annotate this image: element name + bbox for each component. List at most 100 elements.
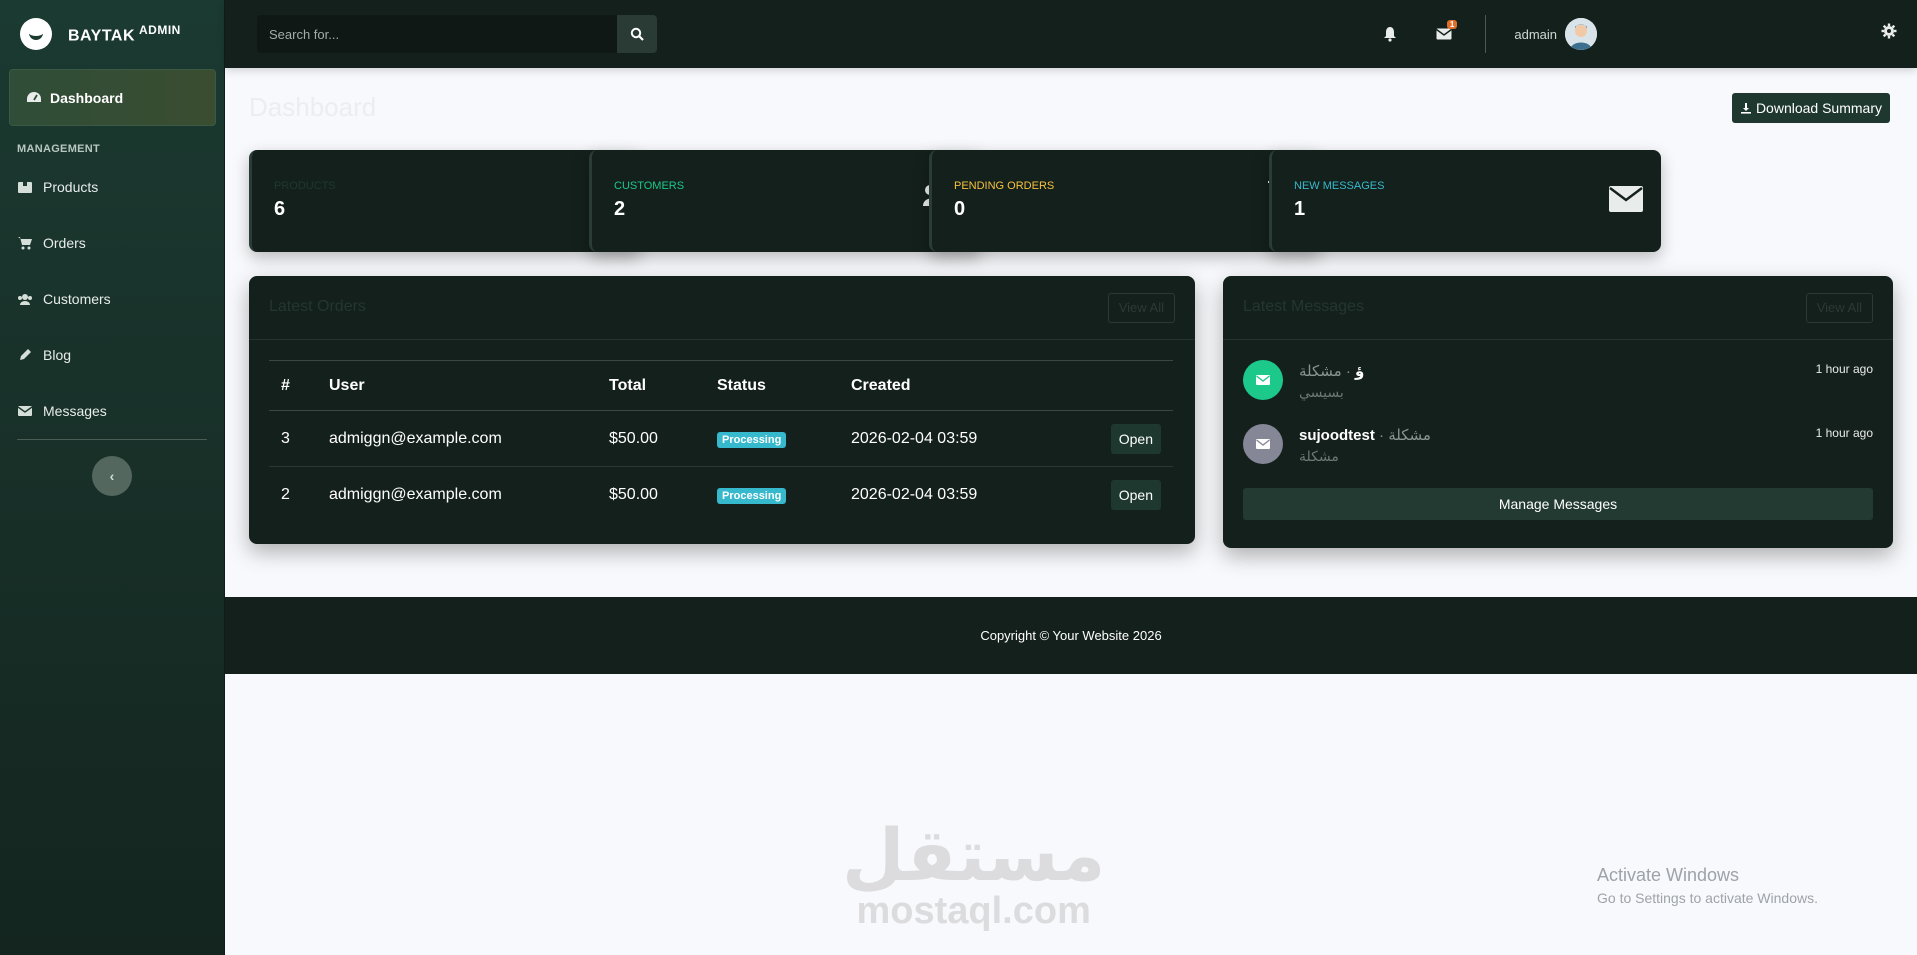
user-name[interactable]: admain	[1514, 27, 1557, 42]
order-action-cell: Open	[1056, 467, 1173, 523]
stat-label: NEW MESSAGES	[1294, 180, 1385, 192]
table-row: 2 admiggn@example.com $50.00 Processing …	[269, 467, 1173, 523]
orders-table: # User Total Status Created 3 admiggn@ex…	[269, 360, 1173, 523]
status-badge: Processing	[717, 487, 787, 504]
table-row: 3 admiggn@example.com $50.00 Processing …	[269, 410, 1173, 467]
message-item[interactable]: ؤ · مشكلة بسيسي 1 hour ago	[1243, 360, 1873, 424]
sidebar: BAYTAK ADMIN Dashboard MANAGEMENT Product…	[0, 0, 225, 955]
message-time: 1 hour ago	[1815, 426, 1873, 440]
stat-label: CUSTOMERS	[614, 180, 685, 192]
order-user: admiggn@example.com	[317, 410, 597, 467]
message-avatar	[1243, 424, 1283, 464]
message-from: ؤ	[1355, 363, 1365, 380]
order-total: $50.00	[597, 410, 705, 467]
cart-icon	[18, 237, 32, 250]
card-title: Latest Messages	[1243, 298, 1364, 315]
open-order-button[interactable]: Open	[1110, 479, 1161, 510]
search-input[interactable]	[257, 15, 617, 53]
page-title: Dashboard	[249, 92, 377, 122]
sidebar-item-label: Blog	[43, 347, 72, 363]
stat-label: PENDING ORDERS	[954, 180, 1055, 192]
envelope-icon	[17, 406, 33, 416]
order-created: 2026-02-04 03:59	[851, 485, 978, 503]
sidebar-item-customers[interactable]: Customers	[0, 271, 224, 327]
column-header: #	[269, 360, 317, 411]
message-avatar	[1243, 360, 1283, 400]
avatar[interactable]	[1565, 18, 1597, 50]
message-preview: بسيسي	[1299, 384, 1344, 400]
search-form	[257, 15, 657, 53]
sidebar-item-messages[interactable]: Messages	[0, 383, 224, 439]
sidebar-item-label: Products	[43, 179, 99, 195]
open-order-button[interactable]: Open	[1110, 423, 1161, 454]
sidebar-item-label: Customers	[43, 291, 111, 307]
user-avatar-icon	[1565, 18, 1597, 50]
order-total: $50.00	[609, 485, 658, 503]
message-sender: sujoodtest · مشكلة	[1299, 426, 1431, 444]
card-header: Latest Orders View All	[249, 276, 1195, 340]
sidebar-item-blog[interactable]: Blog	[0, 327, 224, 383]
watermark-latin: mostaql.com	[856, 890, 1091, 932]
sidebar-item-label: Orders	[43, 235, 86, 251]
brand[interactable]: BAYTAK ADMIN	[0, 0, 224, 68]
envelope-icon	[1436, 28, 1453, 40]
stat-card-customers: CUSTOMERS 2	[589, 150, 981, 252]
box-icon	[18, 182, 32, 193]
stat-value: 0	[954, 198, 966, 220]
search-icon	[630, 27, 644, 41]
sidebar-item-dashboard[interactable]: Dashboard	[9, 69, 216, 126]
view-all-messages-button[interactable]: View All	[1805, 293, 1873, 323]
card-title: Latest Orders	[269, 298, 366, 315]
sidebar-item-label: Messages	[43, 403, 107, 419]
message-sender: ؤ · مشكلة	[1299, 362, 1364, 380]
stat-value: 6	[274, 198, 286, 220]
settings-button[interactable]	[1881, 23, 1897, 44]
brand-name: BAYTAK ADMIN	[68, 23, 181, 45]
download-icon	[1740, 103, 1751, 114]
envelope-icon	[1609, 186, 1643, 212]
stat-card-pending-orders: PENDING ORDERS 0	[929, 150, 1321, 252]
topbar-divider	[1485, 15, 1487, 53]
brand-title: BAYTAK	[68, 27, 136, 45]
activate-title: Activate Windows	[1597, 865, 1740, 885]
view-all-orders-button[interactable]: View All	[1107, 293, 1175, 323]
stat-card-products: PRODUCTS 6	[249, 150, 641, 252]
alerts-button[interactable]	[1363, 26, 1417, 42]
column-header: Created	[839, 360, 1057, 411]
message-count-badge: 1	[1446, 20, 1458, 29]
latest-orders-card: Latest Orders View All # User Total Stat…	[249, 276, 1195, 544]
brand-suffix: ADMIN	[139, 22, 181, 37]
copyright-text: Copyright © Your Website 2026	[980, 628, 1162, 643]
topbar: 1 admain	[225, 0, 1917, 68]
activate-subtitle: Go to Settings to activate Windows.	[1597, 890, 1818, 906]
sidebar-item-orders[interactable]: Orders	[0, 215, 224, 271]
sidebar-toggle-button[interactable]: ‹	[92, 456, 132, 496]
messages-button[interactable]: 1	[1417, 20, 1471, 40]
order-status-cell: Processing	[705, 467, 839, 523]
chevron-left-icon: ‹	[109, 468, 115, 484]
bell-icon	[1384, 27, 1397, 42]
order-id: 2	[281, 485, 290, 503]
footer: Copyright © Your Website 2026	[225, 597, 1917, 674]
users-icon	[18, 294, 32, 305]
column-header: Status	[705, 360, 839, 411]
sidebar-item-products[interactable]: Products	[0, 159, 224, 215]
message-item[interactable]: sujoodtest · مشكلة مشكلة 1 hour ago	[1243, 424, 1873, 488]
stat-label: PRODUCTS	[274, 180, 336, 192]
sidebar-divider	[17, 439, 207, 440]
column-header-actions	[1056, 360, 1173, 411]
column-header: Total	[597, 360, 705, 411]
card-header: Latest Messages View All	[1223, 276, 1893, 340]
stat-card-new-messages: NEW MESSAGES 1	[1269, 150, 1661, 252]
message-time: 1 hour ago	[1815, 362, 1873, 376]
download-summary-button[interactable]: Download Summary	[1731, 93, 1890, 123]
pen-icon	[20, 349, 31, 360]
order-action-cell: Open	[1056, 410, 1173, 467]
manage-messages-button[interactable]: Manage Messages	[1243, 488, 1873, 520]
gear-icon	[1881, 23, 1897, 39]
envelope-icon	[1256, 375, 1270, 385]
order-id: 3	[269, 410, 317, 467]
order-created: 2026-02-04 03:59	[839, 410, 1057, 467]
search-button[interactable]	[617, 15, 657, 53]
brand-logo-icon	[20, 18, 52, 50]
